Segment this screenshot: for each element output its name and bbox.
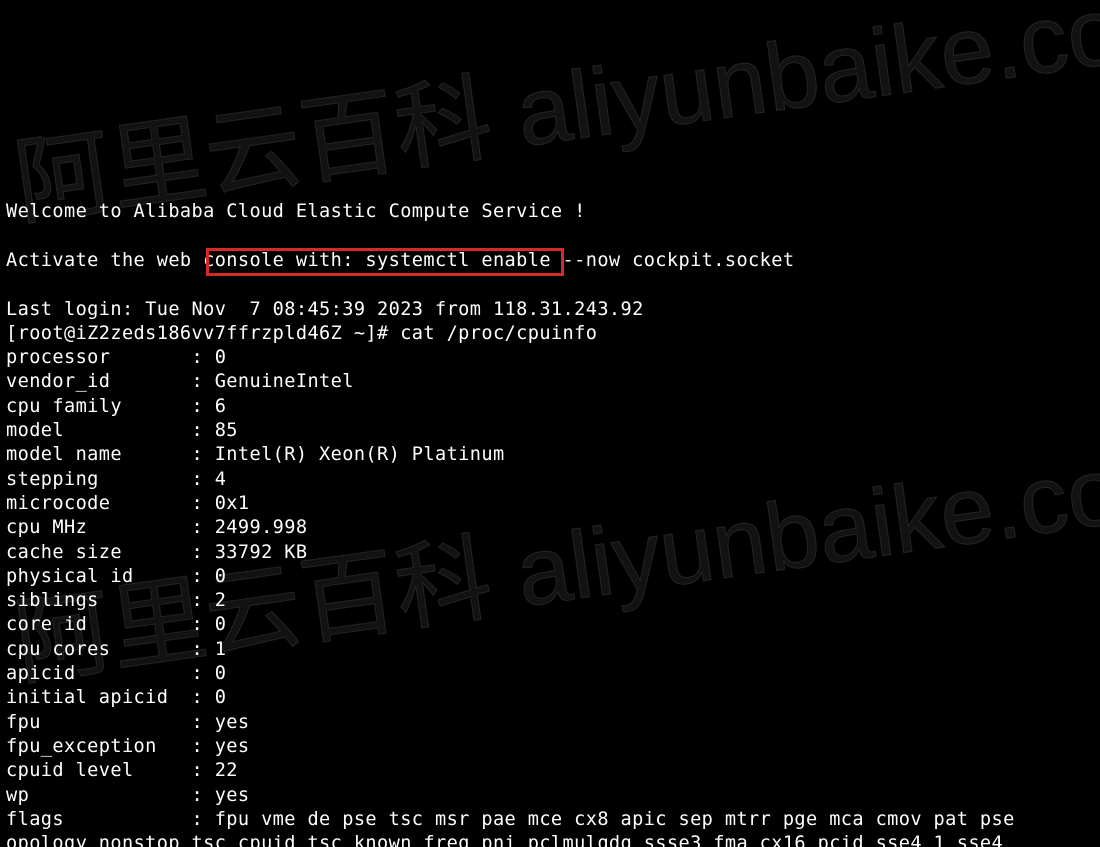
cpuinfo-microcode: microcode : 0x1: [6, 493, 249, 514]
welcome-line: Welcome to Alibaba Cloud Elastic Compute…: [6, 201, 586, 222]
cpuinfo-wp: wp : yes: [6, 785, 249, 806]
cpuinfo-cpu-mhz: cpu MHz : 2499.998: [6, 517, 307, 538]
cpuinfo-flags-wrap: opology nonstop_tsc cpuid tsc_known_freq…: [6, 833, 1015, 847]
activate-line: Activate the web console with: systemctl…: [6, 250, 794, 271]
terminal-output: Welcome to Alibaba Cloud Elastic Compute…: [6, 200, 1094, 847]
last-login-line: Last login: Tue Nov 7 08:45:39 2023 from…: [6, 299, 644, 320]
cpuinfo-vendor-id: vendor_id : GenuineIntel: [6, 371, 354, 392]
cpuinfo-stepping: stepping : 4: [6, 469, 226, 490]
shell-prompt-line: [root@iZ2zeds186vv7ffrzpld46Z ~]# cat /p…: [6, 323, 597, 344]
cpuinfo-cache-size: cache size : 33792 KB: [6, 542, 307, 563]
watermark-text: 阿里云百科 aliyunbaike.com: [14, 7, 1100, 197]
cpuinfo-core-id: core id : 0: [6, 614, 226, 635]
cpuinfo-apicid: apicid : 0: [6, 663, 226, 684]
cpuinfo-cpuid-level: cpuid level : 22: [6, 760, 238, 781]
cpuinfo-cpu-cores: cpu cores : 1: [6, 639, 226, 660]
cpuinfo-model: model : 85: [6, 420, 238, 441]
cpuinfo-processor: processor : 0: [6, 347, 226, 368]
cpuinfo-initial-apicid: initial apicid : 0: [6, 687, 226, 708]
cpuinfo-flags: flags : fpu vme de pse tsc msr pae mce c…: [6, 809, 1015, 830]
cpuinfo-cpu-family: cpu family : 6: [6, 396, 226, 417]
cpuinfo-fpu: fpu : yes: [6, 712, 249, 733]
terminal-window[interactable]: 阿里云百科 aliyunbaike.com 阿里云百科 aliyunbaike.…: [0, 0, 1100, 847]
cpuinfo-physical-id: physical id : 0: [6, 566, 226, 587]
cpuinfo-model-name: model name : Intel(R) Xeon(R) Platinum: [6, 444, 505, 465]
cpuinfo-fpu-exception: fpu_exception : yes: [6, 736, 249, 757]
cpuinfo-siblings: siblings : 2: [6, 590, 226, 611]
